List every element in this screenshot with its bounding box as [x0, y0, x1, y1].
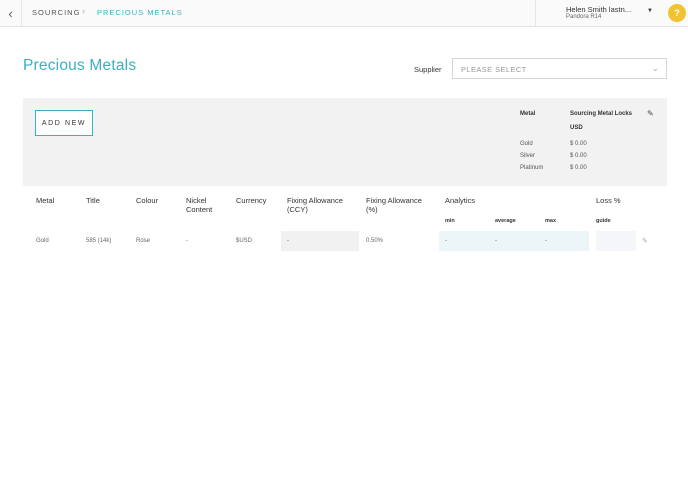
edit-locks-icon[interactable]: ✎ [647, 109, 654, 118]
supplier-label: Supplier [414, 65, 442, 74]
breadcrumb-sourcing[interactable]: SOURCING [32, 8, 80, 17]
lock-row: Platinum $ 0.00 [520, 165, 660, 175]
user-org: Pandora R14 [566, 14, 602, 20]
locks-metal-header: Metal [520, 111, 536, 117]
subheader-min: min [445, 218, 455, 224]
edit-row-icon[interactable]: ✎ [642, 237, 648, 245]
loss-guide-input[interactable] [596, 231, 636, 251]
col-header-title: Title [86, 196, 100, 205]
subheader-max: max [545, 218, 557, 224]
locks-header: Sourcing Metal Locks [570, 111, 633, 117]
supplier-select[interactable]: PLEASE SELECT ⌄ [452, 58, 667, 79]
lock-metal: Platinum [520, 165, 544, 171]
subheader-guide: guide [596, 218, 611, 224]
top-bar: ‹ SOURCING › PRECIOUS METALS Helen Smith… [0, 0, 688, 27]
row-colour: Rose [136, 238, 151, 244]
row-average: - [495, 238, 497, 244]
row-max: - [545, 238, 547, 244]
row-min: - [445, 238, 447, 244]
page-title: Precious Metals [23, 57, 137, 74]
col-header-colour: Colour [136, 196, 159, 205]
lock-row: Silver $ 0.00 [520, 153, 660, 163]
col-header-fixing-pct: Fixing Allowance (%) [366, 196, 422, 214]
col-header-fixing-ccy: Fixing Allowance (CCY) [287, 196, 343, 214]
lock-value: $ 0.00 [570, 141, 587, 147]
col-header-metal: Metal [36, 196, 55, 205]
caret-down-icon[interactable]: ▼ [647, 8, 653, 14]
supplier-placeholder: PLEASE SELECT [461, 65, 527, 74]
subheader-average: average [495, 218, 516, 224]
back-arrow-icon[interactable]: ‹ [0, 0, 22, 26]
help-icon[interactable]: ? [668, 4, 686, 22]
metal-locks-panel: ADD NEW Metal Sourcing Metal Locks USD ✎… [23, 98, 667, 186]
row-fixing-pct: 0.50% [366, 238, 384, 244]
row-currency: $USD [236, 238, 253, 244]
col-header-analytics: Analytics [445, 196, 476, 205]
lock-row: Gold $ 0.00 [520, 141, 660, 151]
lock-value: $ 0.00 [570, 165, 587, 171]
add-new-button[interactable]: ADD NEW [35, 110, 93, 136]
lock-value: $ 0.00 [570, 153, 587, 159]
analytics-cell [439, 231, 589, 251]
user-menu[interactable]: Helen Smith lastn... Pandora R14 ▼ [535, 0, 661, 26]
breadcrumb-chevron-icon: › [82, 6, 85, 16]
col-header-nickel: Nickel Content [186, 196, 213, 214]
row-fixing-ccy: - [287, 238, 289, 244]
fixing-ccy-cell[interactable] [281, 231, 359, 251]
row-title: 585 (14k) [86, 238, 112, 244]
lock-metal: Silver [520, 153, 536, 159]
row-metal: Gold [36, 238, 49, 244]
locks-currency: USD [570, 125, 583, 131]
lock-metal: Gold [520, 141, 533, 147]
row-nickel: - [186, 238, 188, 244]
chevron-down-icon: ⌄ [651, 63, 659, 73]
user-name: Helen Smith lastn... [566, 5, 632, 14]
breadcrumb-current: PRECIOUS METALS [97, 8, 183, 17]
col-header-loss: Loss % [596, 196, 621, 205]
col-header-currency: Currency [236, 196, 267, 205]
